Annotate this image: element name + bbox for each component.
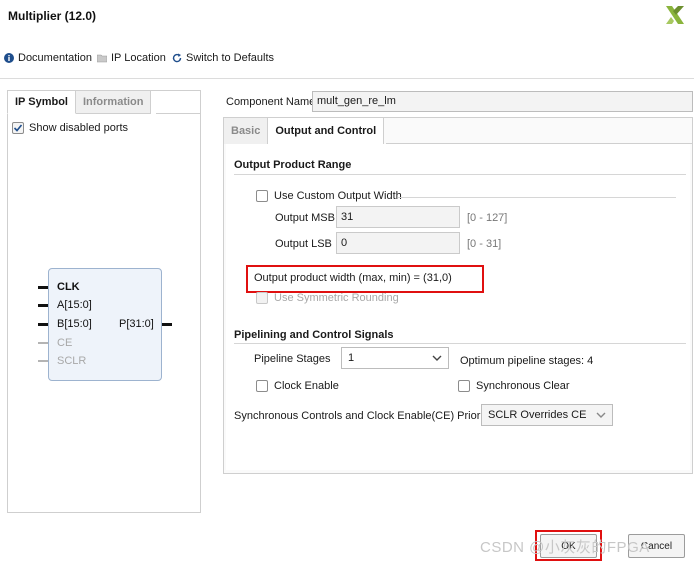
pin-clk — [38, 286, 48, 289]
toolbar-divider — [0, 78, 694, 79]
show-disabled-ports-checkbox[interactable]: Show disabled ports — [12, 122, 128, 134]
config-tabs: Basic Output and Control — [224, 118, 385, 144]
component-name-label: Component Name — [226, 96, 316, 108]
pin-p — [162, 323, 172, 326]
vivado-logo-icon — [666, 6, 684, 24]
checkmark-icon — [13, 124, 23, 132]
output-range-title: Output Product Range — [234, 159, 352, 171]
ip-location-button[interactable]: IP Location — [97, 52, 166, 64]
use-custom-width-checkbox[interactable]: Use Custom Output Width — [256, 190, 402, 202]
port-p: P[31:0] — [119, 318, 154, 330]
checkbox-checked[interactable] — [12, 122, 24, 134]
folder-icon — [97, 54, 107, 63]
pin-b — [38, 323, 48, 326]
priority-value: SCLR Overrides CE — [488, 409, 587, 421]
watermark-text: CSDN @小灰灰的FPGA — [480, 539, 650, 556]
pin-sclr — [38, 360, 48, 362]
switch-defaults-label: Switch to Defaults — [186, 52, 275, 64]
info-icon — [4, 53, 14, 63]
port-b: B[15:0] — [57, 318, 92, 330]
checkbox-unchecked[interactable] — [458, 380, 470, 392]
show-disabled-ports-label: Show disabled ports — [29, 122, 129, 134]
left-tabs: IP Symbol Information — [7, 90, 152, 114]
symmetric-rounding-checkbox[interactable]: Use Symmetric Rounding — [256, 292, 399, 304]
use-custom-width-label: Use Custom Output Width — [274, 190, 402, 202]
output-width-text: Output product width (max, min) = (31,0) — [254, 272, 452, 284]
chevron-down-icon — [596, 412, 606, 418]
symmetric-rounding-label: Use Symmetric Rounding — [274, 292, 399, 304]
refresh-icon — [172, 53, 182, 63]
checkbox-unchecked[interactable] — [256, 380, 268, 392]
tab-information[interactable]: Information — [75, 90, 152, 114]
pipelining-divider — [234, 343, 686, 344]
custom-width-divider — [398, 197, 676, 198]
tab-output-and-control[interactable]: Output and Control — [268, 118, 385, 144]
ip-symbol-block: CLK A[15:0] B[15:0] CE SCLR P[31:0] — [48, 268, 162, 381]
output-msb-range: [0 - 127] — [467, 212, 508, 224]
port-ce: CE — [57, 337, 73, 349]
clock-enable-checkbox[interactable]: Clock Enable — [256, 380, 339, 392]
port-sclr: SCLR — [57, 355, 87, 367]
tab-basic[interactable]: Basic — [224, 118, 269, 144]
pipeline-stages-select[interactable]: 1 — [341, 347, 449, 369]
port-a: A[15:0] — [57, 299, 92, 311]
documentation-button[interactable]: Documentation — [4, 52, 92, 64]
left-tabs-spacer — [156, 90, 201, 114]
output-msb-label: Output MSB — [275, 212, 335, 224]
pipelining-title: Pipelining and Control Signals — [234, 329, 394, 341]
synchronous-clear-checkbox[interactable]: Synchronous Clear — [458, 380, 570, 392]
port-clk: CLK — [57, 281, 80, 293]
output-lsb-range: [0 - 31] — [467, 238, 502, 250]
pipeline-stages-value: 1 — [348, 352, 355, 364]
chevron-down-icon — [432, 355, 442, 361]
checkbox-unchecked[interactable] — [256, 190, 268, 202]
documentation-label: Documentation — [18, 52, 92, 64]
output-range-divider — [234, 174, 686, 175]
synchronous-clear-label: Synchronous Clear — [476, 380, 570, 392]
priority-select[interactable]: SCLR Overrides CE — [481, 404, 613, 426]
output-lsb-field[interactable]: 0 — [336, 232, 460, 254]
window-title: Multiplier (12.0) — [8, 9, 97, 23]
priority-label: Synchronous Controls and Clock Enable(CE… — [234, 410, 492, 422]
output-msb-field[interactable]: 31 — [336, 206, 460, 228]
tab-ip-symbol[interactable]: IP Symbol — [7, 90, 76, 114]
checkbox-disabled[interactable] — [256, 292, 268, 304]
pipeline-stages-label: Pipeline Stages — [254, 353, 331, 365]
ip-location-label: IP Location — [111, 52, 166, 64]
switch-defaults-button[interactable]: Switch to Defaults — [172, 52, 274, 64]
output-lsb-label: Output LSB — [275, 238, 332, 250]
pin-a — [38, 304, 48, 307]
clock-enable-label: Clock Enable — [274, 380, 339, 392]
component-name-input[interactable]: mult_gen_re_lm — [312, 91, 693, 112]
pin-ce — [38, 342, 48, 344]
optimum-stages-text: Optimum pipeline stages: 4 — [460, 355, 594, 367]
